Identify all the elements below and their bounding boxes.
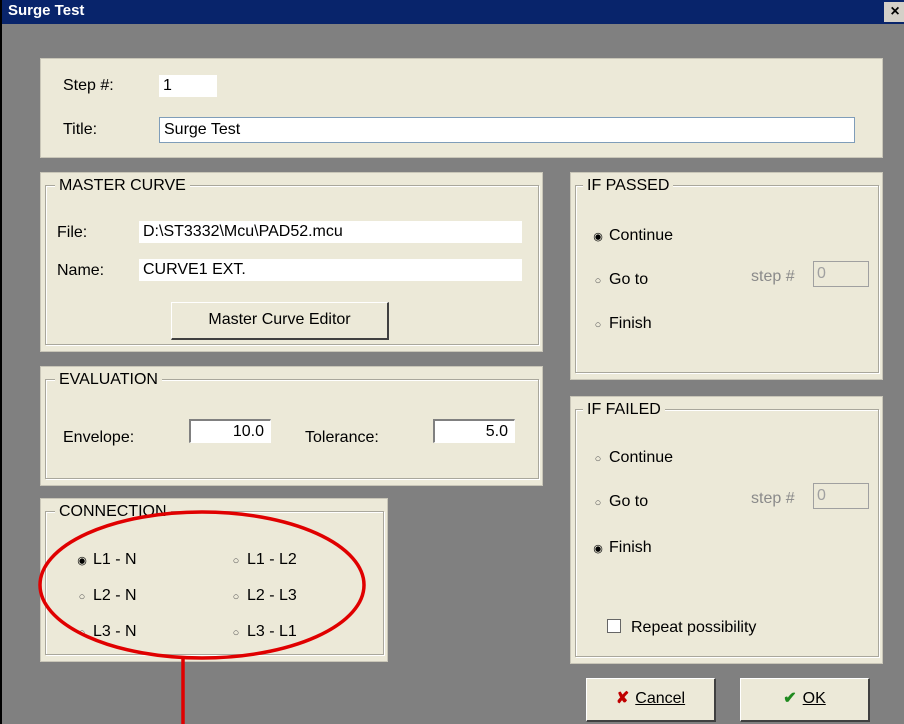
radio-empty-icon: ○: [78, 627, 86, 639]
radio-empty-icon: ○: [594, 275, 602, 287]
failed-continue-label: Continue: [609, 449, 674, 466]
radio-l2-n-label: L2 - N: [93, 587, 137, 604]
radio-l1-l2[interactable]: ○ L1 - L2: [229, 551, 297, 569]
failed-finish-label: Finish: [609, 539, 652, 556]
passed-step-label: step #: [751, 268, 795, 285]
close-button[interactable]: ×: [884, 2, 904, 22]
tolerance-label: Tolerance:: [305, 429, 379, 446]
radio-empty-icon: ○: [232, 627, 240, 639]
radio-empty-icon: ○: [594, 319, 602, 331]
repeat-possibility-label: Repeat possibility: [631, 619, 757, 636]
radio-l2-n[interactable]: ○ L2 - N: [75, 587, 137, 605]
radio-selected-icon: ◉: [593, 231, 603, 243]
dialog-window: Surge Test × Step #: 1 Title: Surge Test…: [0, 0, 904, 724]
title-bar: Surge Test ×: [2, 0, 904, 24]
failed-goto-radio[interactable]: ○ Go to: [591, 493, 648, 511]
if-passed-legend: IF PASSED: [583, 177, 674, 195]
file-label: File:: [57, 224, 88, 241]
envelope-field[interactable]: 10.0: [189, 419, 271, 443]
if-failed-panel: IF FAILED ○ Continue ○ Go to step # 0 ◉ Fin…: [570, 396, 883, 664]
radio-selected-icon: ◉: [77, 555, 87, 567]
envelope-label: Envelope:: [63, 429, 135, 446]
radio-empty-icon: ○: [232, 591, 240, 603]
ok-label: OK: [802, 690, 826, 707]
title-label: Title:: [63, 121, 98, 138]
passed-finish-label: Finish: [609, 315, 652, 332]
evaluation-legend: EVALUATION: [55, 371, 162, 389]
radio-l1-l2-label: L1 - L2: [247, 551, 297, 568]
radio-l3-n[interactable]: ○ L3 - N: [75, 623, 137, 641]
cancel-button[interactable]: ✘ Cancel: [586, 678, 716, 722]
close-icon: ×: [890, 3, 900, 20]
master-curve-panel: MASTER CURVE File: D:\ST3332\Mcu\PAD52.m…: [40, 172, 543, 352]
radio-l2-l3[interactable]: ○ L2 - L3: [229, 587, 297, 605]
checkbox-icon: [607, 619, 621, 633]
repeat-possibility-checkbox[interactable]: Repeat possibility: [607, 619, 756, 637]
radio-l1-n[interactable]: ◉ L1 - N: [75, 551, 137, 569]
failed-goto-label: Go to: [609, 493, 649, 510]
name-label: Name:: [57, 262, 105, 279]
radio-empty-icon: ○: [78, 591, 86, 603]
connection-panel: CONNECTION ◉ L1 - N ○ L2 - N ○ L3 - N ○ L1 -…: [40, 498, 388, 662]
evaluation-panel: EVALUATION Envelope: 10.0 Tolerance: 5.0: [40, 366, 543, 486]
radio-l3-n-label: L3 - N: [93, 623, 137, 640]
passed-continue-label: Continue: [609, 227, 674, 244]
failed-finish-radio[interactable]: ◉ Finish: [591, 539, 652, 557]
radio-l2-l3-label: L2 - L3: [247, 587, 297, 604]
radio-empty-icon: ○: [594, 453, 602, 465]
failed-step-field[interactable]: 0: [813, 483, 869, 509]
step-label: Step #:: [63, 77, 114, 94]
master-curve-editor-button[interactable]: Master Curve Editor: [171, 302, 389, 340]
passed-goto-label: Go to: [609, 271, 649, 288]
ok-button[interactable]: ✔ OK: [740, 678, 870, 722]
if-failed-legend: IF FAILED: [583, 401, 665, 419]
radio-empty-icon: ○: [594, 497, 602, 509]
radio-l3-l1[interactable]: ○ L3 - L1: [229, 623, 297, 641]
cancel-label: Cancel: [635, 690, 686, 707]
tolerance-field[interactable]: 5.0: [433, 419, 515, 443]
master-curve-legend: MASTER CURVE: [55, 177, 190, 195]
title-field[interactable]: Surge Test: [159, 117, 855, 143]
radio-l3-l1-label: L3 - L1: [247, 623, 297, 640]
file-field[interactable]: D:\ST3332\Mcu\PAD52.mcu: [139, 221, 522, 243]
passed-goto-radio[interactable]: ○ Go to: [591, 271, 648, 289]
if-passed-panel: IF PASSED ◉ Continue ○ Go to step # 0 ○ Fin…: [570, 172, 883, 380]
step-number-field[interactable]: 1: [159, 75, 217, 97]
failed-continue-radio[interactable]: ○ Continue: [591, 449, 673, 467]
passed-continue-radio[interactable]: ◉ Continue: [591, 227, 673, 245]
passed-step-field[interactable]: 0: [813, 261, 869, 287]
failed-step-label: step #: [751, 490, 795, 507]
step-panel: Step #: 1 Title: Surge Test: [40, 58, 883, 158]
window-title: Surge Test: [8, 2, 85, 19]
name-field[interactable]: CURVE1 EXT.: [139, 259, 522, 281]
check-icon: ✔: [783, 690, 797, 707]
radio-l1-n-label: L1 - N: [93, 551, 137, 568]
radio-selected-icon: ◉: [593, 543, 603, 555]
passed-finish-radio[interactable]: ○ Finish: [591, 315, 652, 333]
radio-empty-icon: ○: [232, 555, 240, 567]
x-icon: ✘: [615, 690, 630, 707]
connection-legend: CONNECTION: [55, 503, 171, 521]
